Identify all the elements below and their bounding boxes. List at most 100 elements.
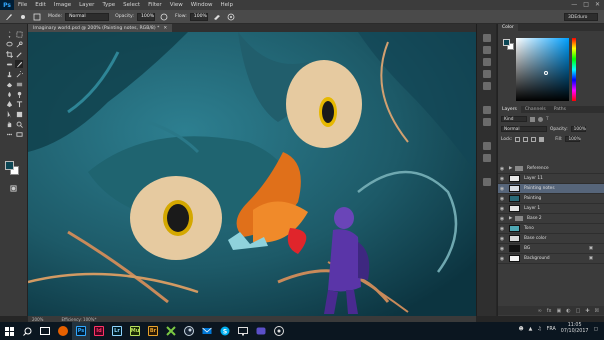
- taskbar-app-1[interactable]: Ps: [72, 322, 90, 340]
- taskbar-app-9[interactable]: S: [216, 322, 234, 340]
- taskbar-app-2[interactable]: Id: [90, 322, 108, 340]
- search-button[interactable]: [18, 322, 36, 340]
- path-select-tool-icon[interactable]: [5, 110, 13, 118]
- adjustment-layer-icon[interactable]: ◐: [566, 308, 570, 314]
- quick-mask-icon[interactable]: [9, 184, 17, 192]
- document-canvas[interactable]: [28, 32, 476, 316]
- layer-filter-kind[interactable]: Kind: [501, 116, 527, 122]
- paragraph-panel-icon[interactable]: [483, 118, 491, 126]
- menu-edit[interactable]: Edit: [31, 2, 50, 8]
- menu-type[interactable]: Type: [98, 2, 119, 8]
- edit-toolbar-icon[interactable]: [15, 130, 23, 138]
- eraser-tool-icon[interactable]: [5, 80, 13, 88]
- tab-color[interactable]: Color: [498, 24, 518, 31]
- menu-filter[interactable]: Filter: [144, 2, 166, 8]
- pressure-size-icon[interactable]: [226, 12, 236, 22]
- brush-tool-icon[interactable]: [4, 12, 14, 22]
- notifications-icon[interactable]: ▢: [593, 327, 598, 332]
- people-icon[interactable]: ☻: [519, 327, 524, 332]
- eyedropper-tool-icon[interactable]: [15, 50, 23, 58]
- add-mask-icon[interactable]: ▣: [556, 308, 561, 314]
- minimize-icon[interactable]: —: [571, 1, 577, 8]
- brush-panel-icon[interactable]: [32, 12, 42, 22]
- hue-slider[interactable]: [572, 38, 576, 101]
- color-panel-foreground[interactable]: [503, 39, 510, 46]
- clock[interactable]: 11:05 07/10/2017: [561, 323, 589, 335]
- blend-mode-select[interactable]: Normal: [501, 126, 547, 132]
- filter-pixel-icon[interactable]: [530, 116, 535, 122]
- tab-paths[interactable]: Paths: [550, 107, 570, 112]
- layer-row[interactable]: ◉ ▶ Reference: [498, 164, 604, 174]
- lock-transparent-icon[interactable]: [515, 136, 521, 142]
- layer-comps-panel-icon[interactable]: [483, 154, 491, 162]
- task-view-button[interactable]: [36, 322, 54, 340]
- visibility-eye-icon[interactable]: ◉: [498, 256, 506, 262]
- visibility-eye-icon[interactable]: ◉: [498, 196, 506, 202]
- mode-select[interactable]: Normal: [65, 12, 110, 21]
- visibility-eye-icon[interactable]: ◉: [498, 236, 506, 242]
- zoom-level[interactable]: 200%: [32, 317, 43, 322]
- layer-row[interactable]: ◉ BG ▣: [498, 244, 604, 254]
- character-panel-icon[interactable]: [483, 106, 491, 114]
- visibility-eye-icon[interactable]: ◉: [498, 206, 506, 212]
- layer-opacity-field[interactable]: 100%: [570, 126, 586, 132]
- layer-row[interactable]: ◉ Base color: [498, 234, 604, 244]
- filter-adjust-icon[interactable]: [538, 116, 543, 122]
- taskbar-app-6[interactable]: [162, 322, 180, 340]
- shape-tool-icon[interactable]: [15, 110, 23, 118]
- language-indicator[interactable]: FRA: [547, 327, 556, 332]
- tab-channels[interactable]: Channels: [521, 107, 550, 112]
- layer-style-icon[interactable]: fx: [547, 308, 552, 314]
- crop-tool-icon[interactable]: [5, 50, 13, 58]
- opacity-field[interactable]: 100%: [136, 12, 155, 21]
- type-tool-icon[interactable]: [15, 100, 23, 108]
- tab-layers[interactable]: Layers: [498, 106, 521, 113]
- taskbar-app-10[interactable]: [234, 322, 252, 340]
- actions-panel-icon[interactable]: [483, 142, 491, 150]
- taskbar-app-12[interactable]: [270, 322, 288, 340]
- blur-tool-icon[interactable]: [5, 90, 13, 98]
- menu-layer[interactable]: Layer: [75, 2, 98, 8]
- airbrush-icon[interactable]: [212, 12, 222, 22]
- lock-position-icon[interactable]: [531, 136, 537, 142]
- delete-layer-icon[interactable]: ☒: [595, 308, 599, 314]
- layer-row[interactable]: ◉ Layer 11: [498, 174, 604, 184]
- menu-file[interactable]: File: [14, 2, 31, 8]
- history-panel-icon[interactable]: [483, 34, 491, 42]
- link-layers-icon[interactable]: ∞: [538, 308, 542, 314]
- visibility-eye-icon[interactable]: ◉: [498, 226, 506, 232]
- brush-tool-icon[interactable]: [15, 60, 23, 68]
- healing-brush-tool-icon[interactable]: [5, 60, 13, 68]
- history-brush-tool-icon[interactable]: [15, 70, 23, 78]
- menu-image[interactable]: Image: [50, 2, 75, 8]
- taskbar-app-5[interactable]: Br: [144, 322, 162, 340]
- lock-all-icon[interactable]: [539, 136, 545, 142]
- dodge-tool-icon[interactable]: [15, 90, 23, 98]
- quick-select-tool-icon[interactable]: [15, 40, 23, 48]
- navigator-panel-icon[interactable]: [483, 178, 491, 186]
- adjustments-panel-icon[interactable]: [483, 58, 491, 66]
- more-tools-icon[interactable]: [5, 130, 13, 138]
- taskbar-app-3[interactable]: Lr: [108, 322, 126, 340]
- layer-row[interactable]: ◉ Layer 1: [498, 204, 604, 214]
- visibility-eye-icon[interactable]: ◉: [498, 246, 506, 252]
- hand-tool-icon[interactable]: [5, 120, 13, 128]
- visibility-eye-icon[interactable]: ◉: [498, 186, 506, 192]
- zoom-tool-icon[interactable]: [15, 120, 23, 128]
- new-layer-icon[interactable]: ✚: [585, 308, 589, 314]
- layer-row[interactable]: ◉ Painting: [498, 194, 604, 204]
- visibility-eye-icon[interactable]: ◉: [498, 176, 506, 182]
- taskbar-app-4[interactable]: Mu: [126, 322, 144, 340]
- lasso-tool-icon[interactable]: [5, 40, 13, 48]
- brush-presets-panel-icon[interactable]: [483, 70, 491, 78]
- pen-tool-icon[interactable]: [5, 100, 13, 108]
- maximize-icon[interactable]: □: [583, 1, 589, 8]
- color-picker-field[interactable]: [516, 38, 569, 101]
- new-group-icon[interactable]: □: [576, 308, 581, 314]
- layer-row[interactable]: ◉ Painting notes: [498, 184, 604, 194]
- taskbar-app-0[interactable]: [54, 322, 72, 340]
- gradient-tool-icon[interactable]: [15, 80, 23, 88]
- fill-field[interactable]: 100%: [565, 136, 581, 142]
- layer-row[interactable]: ◉ Tono: [498, 224, 604, 234]
- filter-type-icon[interactable]: T: [546, 117, 549, 122]
